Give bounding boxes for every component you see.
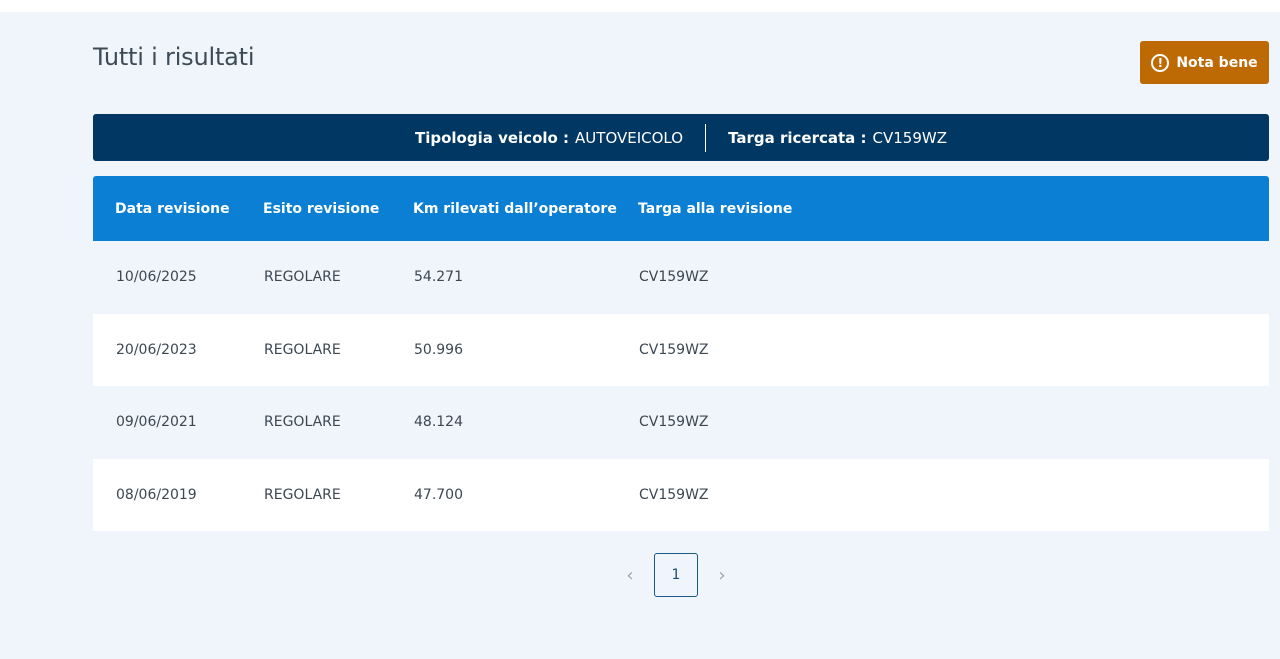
table-row: 09/06/2021 REGOLARE 48.124 CV159WZ — [93, 386, 1269, 459]
nota-bene-button[interactable]: ! Nota bene — [1140, 41, 1269, 84]
cell-km: 50.996 — [414, 341, 463, 358]
cell-esito: REGOLARE — [264, 269, 341, 286]
table-header: Data revisione Esito revisione Km rileva… — [93, 176, 1269, 241]
table-row: 10/06/2025 REGOLARE 54.271 CV159WZ — [93, 241, 1269, 314]
header-esito-revisione: Esito revisione — [263, 200, 380, 217]
page-1-button[interactable]: 1 — [654, 553, 698, 597]
vehicle-info-bar: Tipologia veicolo : AUTOVEICOLO Targa ri… — [93, 114, 1269, 161]
header-data-revisione: Data revisione — [115, 200, 230, 217]
exclamation-circle-icon: ! — [1151, 53, 1170, 72]
header-targa-revisione: Targa alla revisione — [638, 200, 793, 217]
chevron-left-icon[interactable]: ‹ — [612, 553, 648, 597]
targa-value: CV159WZ — [872, 128, 947, 147]
cell-km: 48.124 — [414, 414, 463, 431]
cell-targa: CV159WZ — [639, 414, 709, 431]
tipologia-value: AUTOVEICOLO — [575, 128, 684, 147]
cell-data: 20/06/2023 — [116, 341, 197, 358]
page-background: Tutti i risultati ! Nota bene Tipologia … — [0, 12, 1280, 659]
info-divider — [705, 123, 707, 152]
chevron-right-icon[interactable]: › — [704, 553, 740, 597]
cell-data: 08/06/2019 — [116, 486, 197, 503]
cell-esito: REGOLARE — [264, 341, 341, 358]
header-km-rilevati: Km rilevati dall’operatore — [413, 200, 617, 217]
cell-km: 47.700 — [414, 486, 463, 503]
cell-targa: CV159WZ — [639, 341, 709, 358]
pagination: ‹ 1 › — [612, 553, 740, 597]
cell-data: 10/06/2025 — [116, 269, 197, 286]
cell-esito: REGOLARE — [264, 414, 341, 431]
cell-esito: REGOLARE — [264, 486, 341, 503]
targa-label: Targa ricercata : — [728, 128, 867, 147]
table-row: 20/06/2023 REGOLARE 50.996 CV159WZ — [93, 313, 1269, 386]
cell-targa: CV159WZ — [639, 486, 709, 503]
tipologia-label: Tipologia veicolo : — [415, 128, 570, 147]
nota-bene-label: Nota bene — [1176, 54, 1258, 71]
table-row: 08/06/2019 REGOLARE 47.700 CV159WZ — [93, 458, 1269, 531]
revisions-table: Data revisione Esito revisione Km rileva… — [93, 176, 1269, 531]
page-title: Tutti i risultati — [93, 43, 255, 71]
cell-km: 54.271 — [414, 269, 463, 286]
cell-data: 09/06/2021 — [116, 414, 197, 431]
cell-targa: CV159WZ — [639, 269, 709, 286]
